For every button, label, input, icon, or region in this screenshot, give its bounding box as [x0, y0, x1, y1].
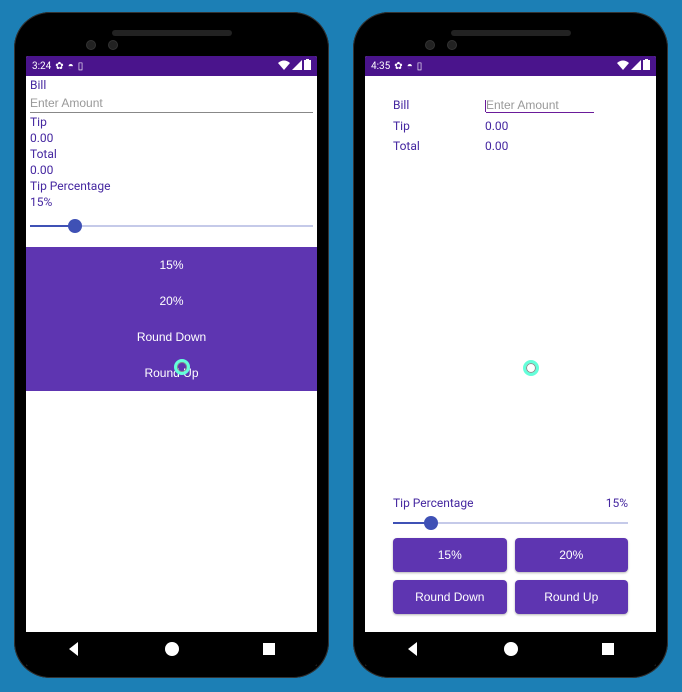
camera-dot-icon	[86, 40, 96, 50]
battery-icon	[643, 59, 650, 73]
slider-thumb[interactable]	[424, 516, 438, 530]
screen-right: 4:35 ✿ ◓ ▯ Bill	[365, 56, 656, 666]
card-icon: ▯	[78, 61, 84, 72]
tip-15-button[interactable]: 15%	[393, 538, 507, 572]
tip-label: Tip	[393, 119, 485, 133]
shield-icon: ◓	[68, 61, 74, 72]
slider-thumb[interactable]	[68, 219, 82, 233]
nav-bar	[26, 632, 317, 666]
total-label: Total	[393, 139, 485, 153]
gear-icon: ✿	[55, 61, 63, 72]
round-down-button[interactable]: Round Down	[393, 580, 507, 614]
status-time: 4:35	[371, 61, 390, 72]
total-value: 0.00	[26, 161, 317, 177]
nav-recent-button[interactable]	[263, 643, 275, 655]
tip-value: 0.00	[26, 129, 317, 145]
content-left: Bill Tip 0.00 Total 0.00 Tip Percentage …	[26, 76, 317, 632]
touch-indicator-icon	[174, 359, 190, 375]
tip-value: 0.00	[485, 119, 628, 133]
phone-frame-left: 3:24 ✿ ◓ ▯ Bill Tip 0.00 To	[14, 12, 329, 678]
round-up-button[interactable]: Round Up	[515, 580, 629, 614]
phone-frame-right: 4:35 ✿ ◓ ▯ Bill	[353, 12, 668, 678]
wifi-icon	[278, 60, 290, 73]
status-bar: 4:35 ✿ ◓ ▯	[365, 56, 656, 76]
wifi-icon	[617, 60, 629, 73]
total-value: 0.00	[485, 139, 628, 153]
shield-icon: ◓	[407, 61, 413, 72]
tip-20-button[interactable]: 20%	[26, 283, 317, 319]
nav-home-button[interactable]	[504, 642, 518, 656]
tip-15-button[interactable]: 15%	[26, 247, 317, 283]
tip-percentage-label: Tip Percentage	[26, 177, 317, 193]
tip-slider[interactable]	[30, 215, 313, 237]
gear-icon: ✿	[394, 61, 402, 72]
signal-icon	[292, 60, 302, 73]
status-time: 3:24	[32, 61, 51, 72]
nav-bar	[365, 632, 656, 666]
camera-dot-icon	[425, 40, 435, 50]
tip-percentage-value: 15%	[26, 193, 317, 209]
round-up-button[interactable]: Round Up	[26, 355, 317, 391]
status-bar: 3:24 ✿ ◓ ▯	[26, 56, 317, 76]
camera-dot-icon	[447, 40, 457, 50]
camera-dot-icon	[108, 40, 118, 50]
bill-label: Bill	[26, 76, 317, 92]
tip-20-button[interactable]: 20%	[515, 538, 629, 572]
amount-input[interactable]	[486, 98, 594, 113]
tip-slider[interactable]	[393, 512, 628, 532]
amount-input[interactable]	[30, 94, 313, 113]
nav-home-button[interactable]	[165, 642, 179, 656]
tip-percentage-value: 15%	[606, 496, 628, 510]
total-label: Total	[26, 145, 317, 161]
nav-back-button[interactable]	[68, 642, 82, 656]
round-down-button[interactable]: Round Down	[26, 319, 317, 355]
touch-indicator-icon	[523, 360, 539, 376]
content-right: Bill Tip 0.00 Total 0.00 Tip Percentage …	[365, 76, 656, 632]
nav-recent-button[interactable]	[602, 643, 614, 655]
card-icon: ▯	[417, 61, 423, 72]
screen-left: 3:24 ✿ ◓ ▯ Bill Tip 0.00 To	[26, 56, 317, 666]
tip-percentage-label: Tip Percentage	[393, 496, 473, 510]
signal-icon	[631, 60, 641, 73]
tip-label: Tip	[26, 113, 317, 129]
nav-back-button[interactable]	[407, 642, 421, 656]
battery-icon	[304, 59, 311, 73]
bill-label: Bill	[393, 98, 485, 113]
button-panel: 15% 20% Round Down Round Up	[26, 247, 317, 391]
